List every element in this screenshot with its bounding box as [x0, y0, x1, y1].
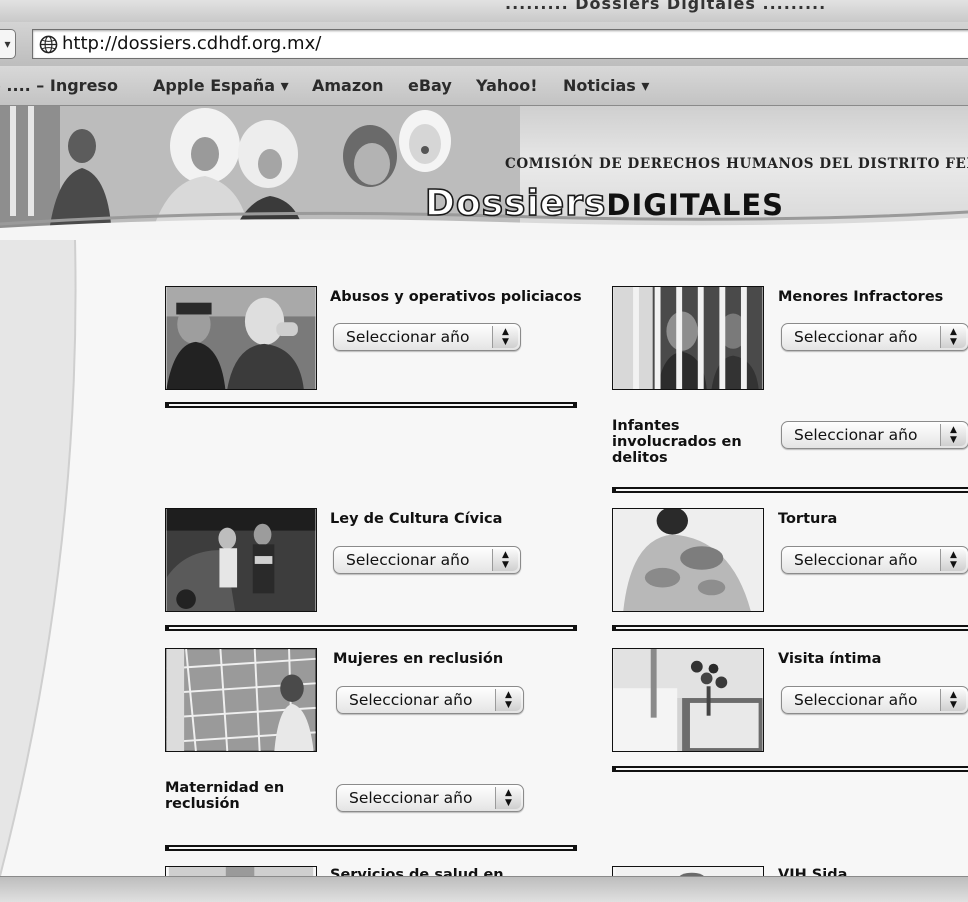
url-field[interactable]: http://dossiers.cdhdf.org.mx/ [32, 29, 968, 59]
year-select-abusos[interactable]: Seleccionar año ▲ ▼ [333, 323, 521, 351]
year-select-label: Seleccionar año [349, 789, 473, 807]
dossier-title-mujeres: Mujeres en reclusión [333, 651, 504, 667]
dossier-thumbnail-cultura-civica[interactable] [165, 508, 317, 612]
history-dropdown-button[interactable]: ▾ [0, 29, 16, 59]
up-down-arrows-icon: ▲ ▼ [940, 689, 966, 711]
bookmark-apple-espana[interactable]: Apple España ▾ [153, 76, 289, 95]
dossier-title-cultura-civica: Ley de Cultura Cívica [330, 511, 503, 527]
url-text: http://dossiers.cdhdf.org.mx/ [62, 33, 322, 54]
year-select-infantes[interactable]: Seleccionar año ▲ ▼ [781, 421, 968, 449]
up-down-arrows-icon: ▲ ▼ [492, 549, 518, 571]
section-divider [165, 845, 577, 852]
bookmark-ebay[interactable]: eBay [408, 76, 452, 95]
up-down-arrows-icon: ▲ ▼ [492, 326, 518, 348]
bookmark-amazon[interactable]: Amazon [312, 76, 384, 95]
dossier-title-tortura: Tortura [778, 511, 838, 527]
up-down-arrows-icon: ▲ ▼ [940, 424, 966, 446]
dossier-title-vih: VIH Sida [778, 867, 848, 876]
window-titlebar: ......... Dossiers Digitales ......... [0, 0, 968, 22]
up-down-arrows-icon: ▲ ▼ [940, 549, 966, 571]
year-select-visita[interactable]: Seleccionar año ▲ ▼ [781, 686, 968, 714]
bookmark-noticias[interactable]: Noticias ▾ [563, 76, 649, 95]
dossier-title-abusos: Abusos y operativos policiacos [330, 289, 582, 305]
globe-icon [39, 35, 58, 54]
bookmarks-bar: e .... – Ingreso Apple España ▾ Amazon e… [0, 66, 968, 106]
year-select-label: Seleccionar año [794, 426, 918, 444]
dossier-title-infantes: Infantes involucrados en delitos [612, 418, 742, 466]
dossier-list: Abusos y operativos policiacos Seleccion… [0, 240, 968, 876]
year-select-label: Seleccionar año [794, 551, 918, 569]
section-divider [612, 625, 968, 632]
page-left-margin [0, 240, 77, 876]
thumbnail-image [168, 867, 314, 876]
section-divider [612, 766, 968, 773]
year-select-label: Seleccionar año [346, 328, 470, 346]
dossier-thumbnail-mujeres[interactable] [165, 648, 317, 752]
dossier-thumbnail-tortura[interactable] [612, 508, 764, 612]
up-down-arrows-icon: ▲ ▼ [495, 689, 521, 711]
year-select-label: Seleccionar año [794, 691, 918, 709]
dossier-thumbnail-visita[interactable] [612, 648, 764, 752]
dossier-title-servicios-salud: Servicios de salud en [330, 867, 504, 876]
dossier-thumbnail-servicios-salud[interactable] [165, 866, 317, 876]
site-logo[interactable]: DossiersDIGITALES [424, 183, 785, 224]
bookmark-ingreso[interactable]: e .... – Ingreso [0, 76, 118, 95]
thumbnail-image [166, 287, 316, 389]
dossier-thumbnail-vih[interactable] [612, 866, 764, 876]
logo-dossiers: Dossiers [424, 183, 607, 224]
year-select-tortura[interactable]: Seleccionar año ▲ ▼ [781, 546, 968, 574]
up-down-arrows-icon: ▲ ▼ [495, 787, 521, 809]
year-select-cultura-civica[interactable]: Seleccionar año ▲ ▼ [333, 546, 521, 574]
section-divider [165, 625, 577, 632]
up-down-arrows-icon: ▲ ▼ [940, 326, 966, 348]
year-select-label: Seleccionar año [349, 691, 473, 709]
thumbnail-image [166, 649, 316, 751]
thumbnail-image [615, 867, 761, 876]
dossier-title-maternidad: Maternidad en reclusión [165, 780, 285, 812]
site-banner: COMISIÓN DE DERECHOS HUMANOS DEL DISTRIT… [0, 106, 968, 240]
thumbnail-image [166, 509, 316, 611]
dossier-title-visita: Visita íntima [778, 651, 882, 667]
dossier-thumbnail-abusos[interactable] [165, 286, 317, 390]
thumbnail-image [613, 649, 763, 751]
year-select-menores[interactable]: Seleccionar año ▲ ▼ [781, 323, 968, 351]
bookmark-yahoo[interactable]: Yahoo! [476, 76, 538, 95]
window-title: ......... Dossiers Digitales ......... [505, 0, 827, 13]
window-bottom-bar [0, 876, 968, 902]
year-select-maternidad[interactable]: Seleccionar año ▲ ▼ [336, 784, 524, 812]
dossier-thumbnail-menores[interactable] [612, 286, 764, 390]
year-select-label: Seleccionar año [346, 551, 470, 569]
section-divider [165, 402, 577, 409]
logo-digitales: DIGITALES [606, 188, 785, 222]
section-divider [612, 487, 968, 494]
address-toolbar: ▾ http://dossiers.cdhdf.org.mx/ [0, 22, 968, 66]
thumbnail-image [613, 287, 763, 389]
year-select-label: Seleccionar año [794, 328, 918, 346]
dossier-title-menores: Menores Infractores [778, 289, 944, 305]
org-name: COMISIÓN DE DERECHOS HUMANOS DEL DISTRIT… [505, 156, 968, 172]
year-select-mujeres[interactable]: Seleccionar año ▲ ▼ [336, 686, 524, 714]
thumbnail-image [613, 509, 763, 611]
